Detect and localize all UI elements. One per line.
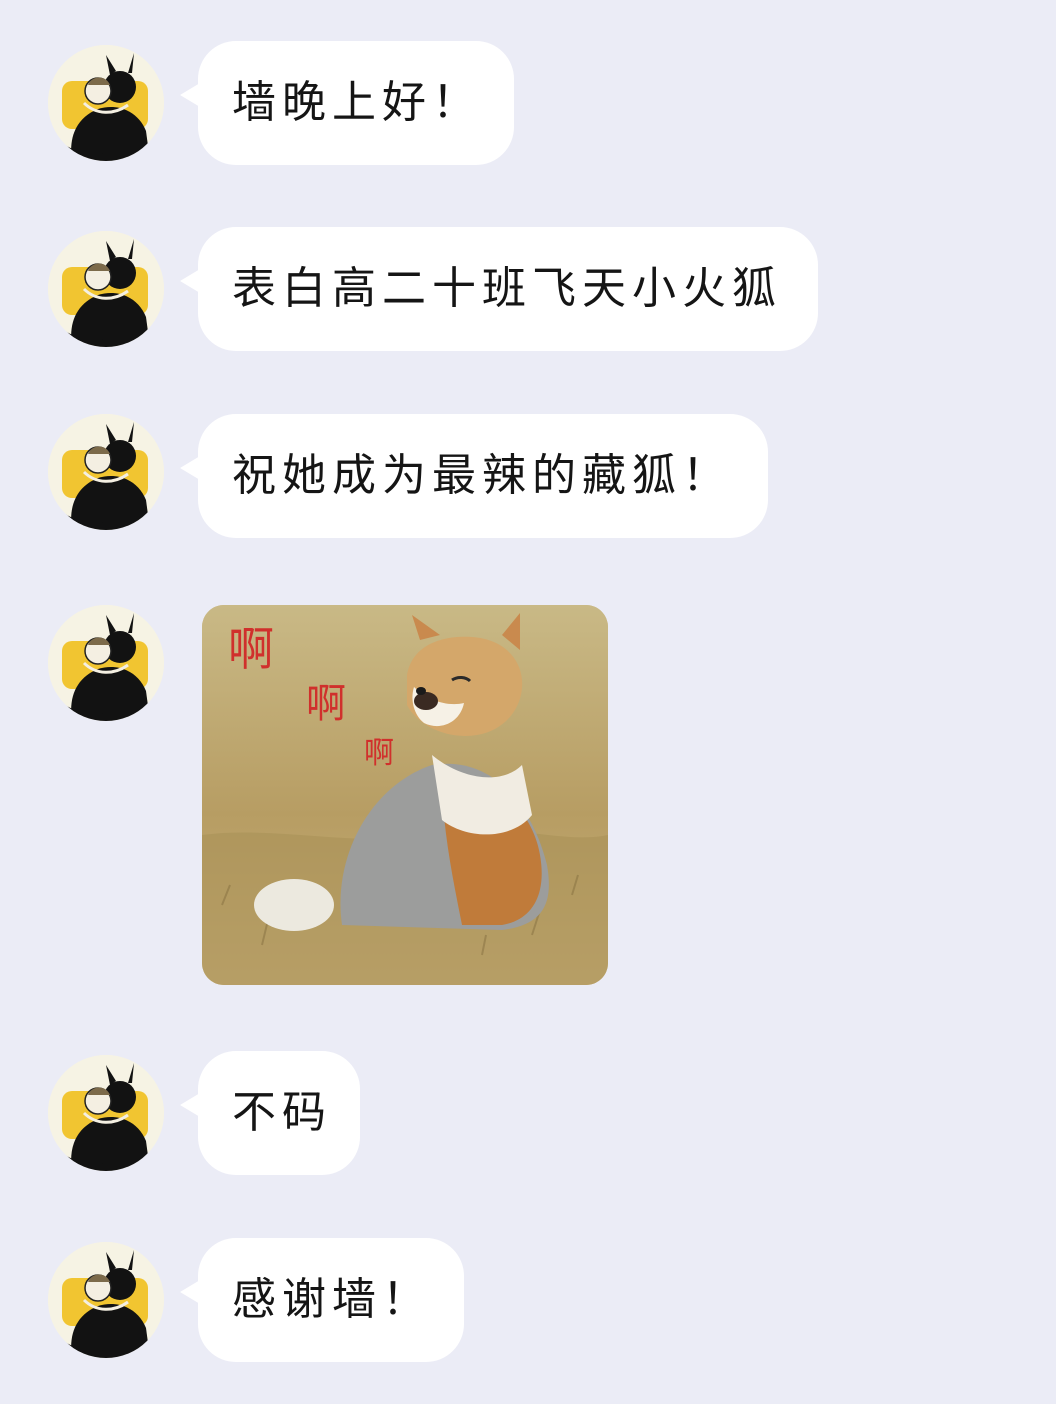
avatar-image [48,414,164,530]
avatar[interactable] [48,45,164,161]
caption-text: 啊 [306,681,346,727]
message-row: 啊 啊 啊 [0,605,1056,985]
avatar-image [48,1055,164,1171]
message-text: 不码 [232,1087,332,1138]
fox-photo: 啊 啊 啊 [202,605,608,985]
avatar[interactable] [48,605,164,721]
message-row: 感谢墙！ [0,1238,1056,1362]
avatar-image [48,45,164,161]
avatar-image [48,1242,164,1358]
avatar[interactable] [48,231,164,347]
avatar-image [48,605,164,721]
message-text: 感谢墙！ [232,1274,432,1325]
avatar-image [48,231,164,347]
message-bubble[interactable]: 不码 [180,1051,360,1175]
message-bubble[interactable]: 祝她成为最辣的藏狐！ [180,414,768,538]
image-message[interactable]: 啊 啊 啊 [202,605,608,985]
message-text: 墙晚上好！ [232,77,482,128]
message-row: 祝她成为最辣的藏狐！ [0,414,1056,538]
avatar[interactable] [48,1055,164,1171]
message-text: 祝她成为最辣的藏狐！ [232,450,732,501]
caption-text: 啊 [364,736,394,771]
avatar[interactable] [48,1242,164,1358]
message-text: 表白高二十班飞天小火狐 [232,263,782,314]
message-row: 表白高二十班飞天小火狐 [0,227,1056,351]
caption-text: 啊 [228,622,274,676]
message-row: 不码 [0,1051,1056,1175]
avatar[interactable] [48,414,164,530]
message-bubble[interactable]: 表白高二十班飞天小火狐 [180,227,818,351]
message-row: 墙晚上好！ [0,41,1056,165]
message-bubble[interactable]: 墙晚上好！ [180,41,514,165]
message-bubble[interactable]: 感谢墙！ [180,1238,464,1362]
chat-screen: { "chat": { "messages": [ {"type": "text… [0,0,1056,1404]
